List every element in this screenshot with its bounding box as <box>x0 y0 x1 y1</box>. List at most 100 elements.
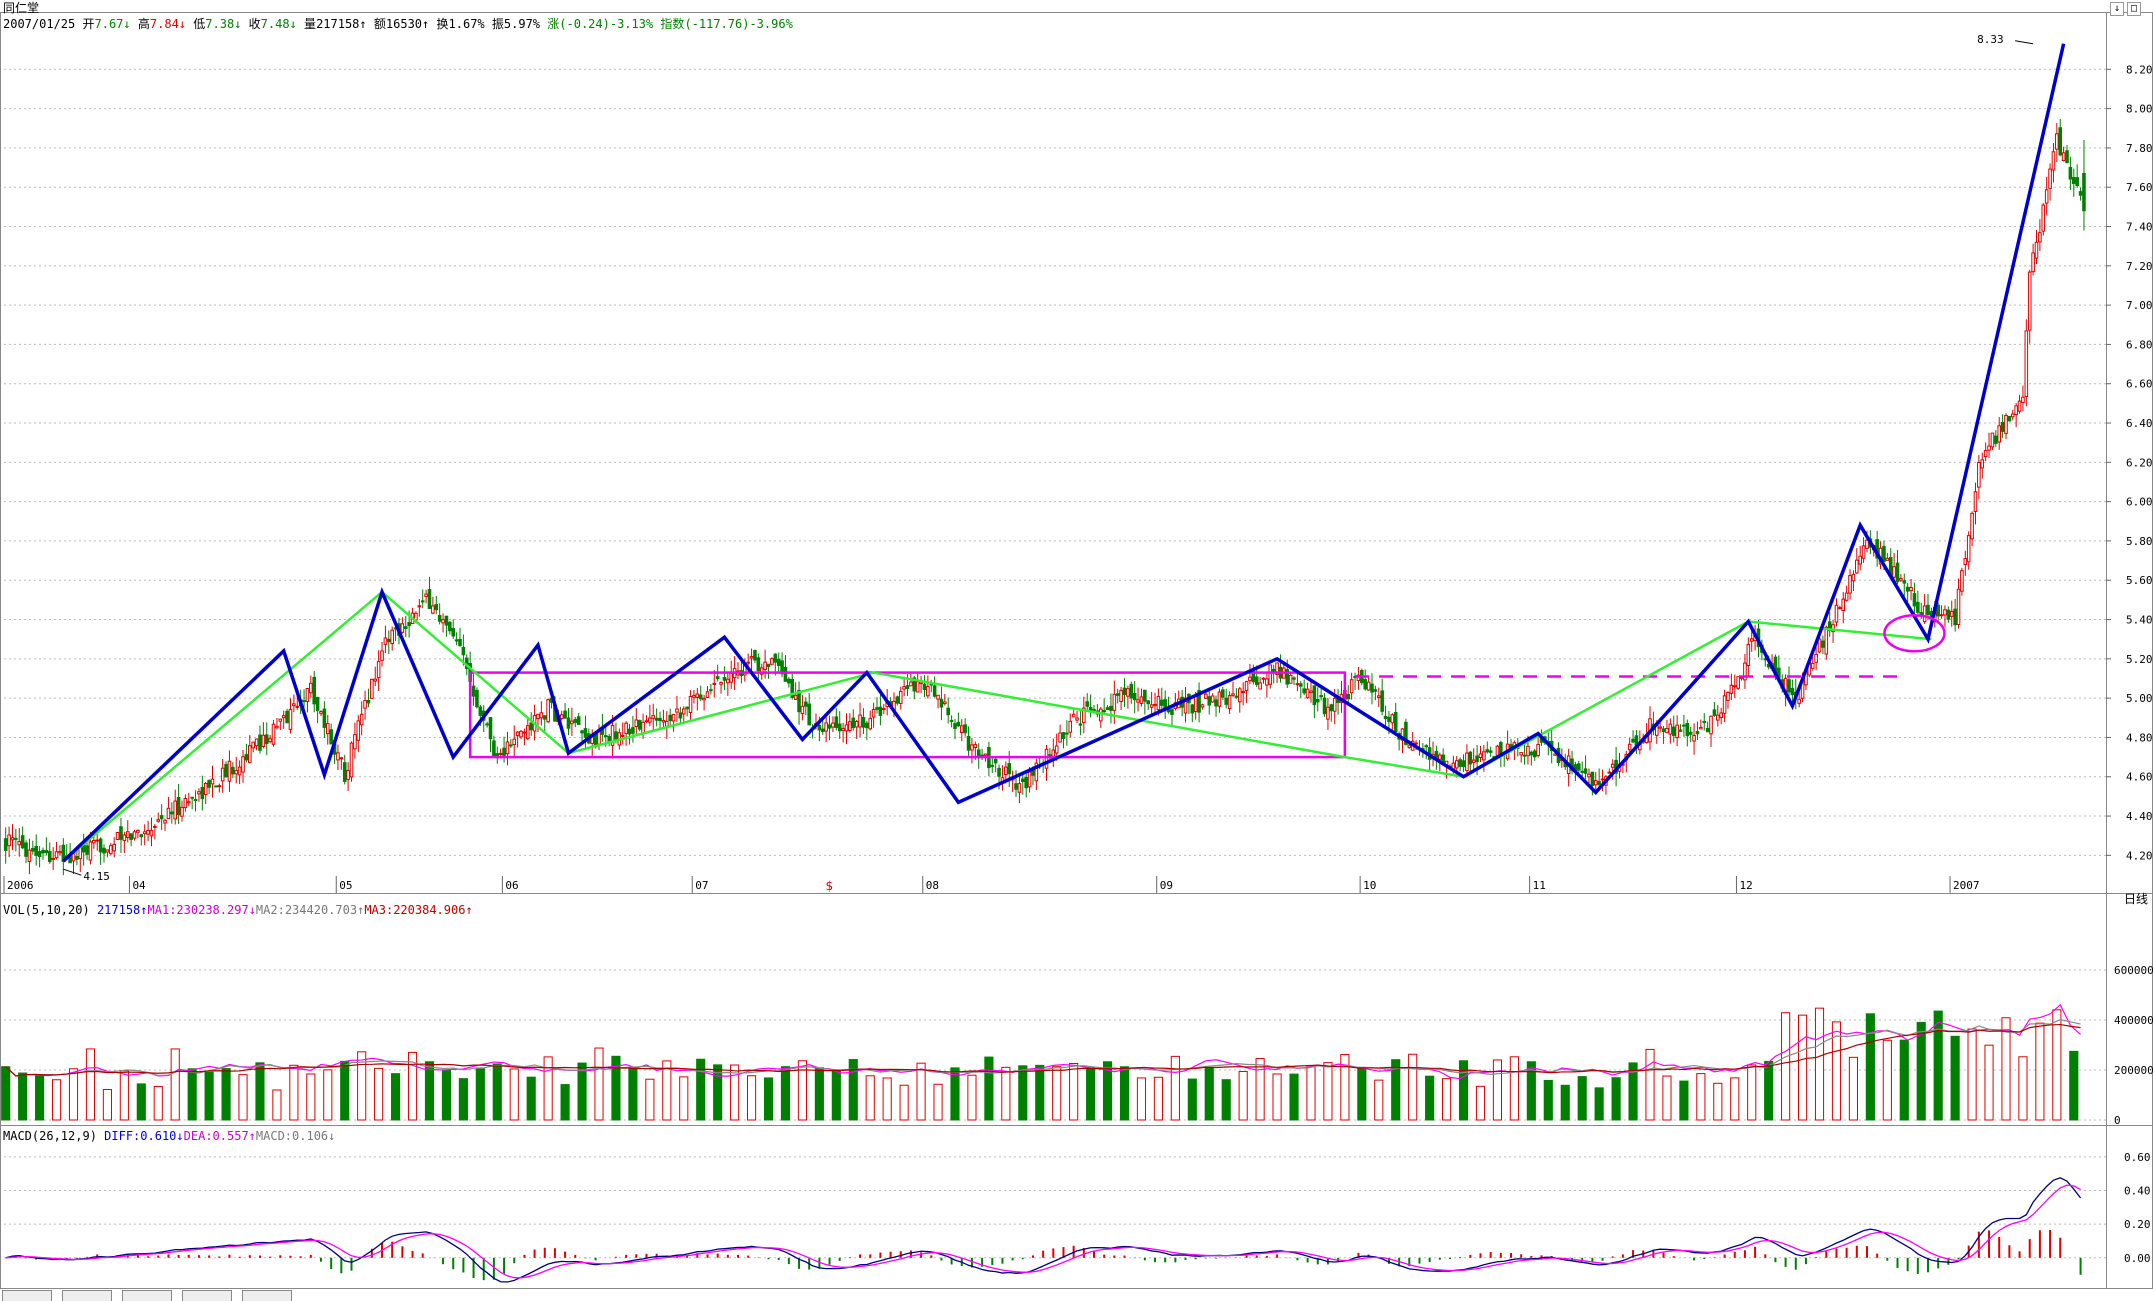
candle-body <box>1607 771 1612 774</box>
macd-axis-label: 0.00 <box>2124 1252 2151 1265</box>
indicator-tab[interactable] <box>62 1290 112 1301</box>
candle-body <box>1146 700 1151 705</box>
low-price-annotation: 4.15 <box>83 870 110 883</box>
candle-body <box>997 767 1001 777</box>
macd-histogram-group <box>14 1229 2082 1281</box>
candle-body <box>631 727 635 734</box>
date-axis-label: 10 <box>1363 879 1376 892</box>
candle-body <box>634 719 639 728</box>
indicator-tab[interactable] <box>122 1290 172 1301</box>
volume-bar <box>814 1067 824 1121</box>
candle-body <box>1627 743 1632 751</box>
candle-body <box>1387 716 1391 722</box>
volume-header: VOL(5,10,20) 217158↑MA1:230238.297↓MA2:2… <box>3 903 473 917</box>
candle-body <box>1892 566 1896 578</box>
candle-body <box>1495 745 1500 756</box>
price-axis-label: 5.60 <box>2126 574 2153 587</box>
candle-body <box>1075 717 1079 721</box>
candle-body <box>675 708 679 713</box>
candle-body <box>1841 598 1846 611</box>
candle-body <box>431 605 435 614</box>
arrow-up-icon: ↑ <box>465 903 473 917</box>
candle-body <box>1722 695 1727 714</box>
candle-body <box>176 796 181 816</box>
amplitude-value: 5.97% <box>503 17 541 31</box>
candle-body <box>488 717 493 740</box>
candle-body <box>234 770 239 775</box>
candle-body <box>1376 695 1381 699</box>
candle-body <box>92 839 96 844</box>
restore-window-icon[interactable]: □ <box>2127 2 2141 16</box>
candle-body <box>444 615 449 626</box>
volume-bar <box>1289 1073 1299 1121</box>
candle-body <box>749 656 754 659</box>
candle-body <box>949 719 954 722</box>
candle-body <box>841 727 845 731</box>
candle-body <box>746 661 750 664</box>
candle-body <box>258 734 262 751</box>
candle-body <box>566 717 571 729</box>
period-label: 日线 <box>2124 892 2148 906</box>
price-axis-label: 6.60 <box>2126 378 2153 391</box>
candle-body <box>224 763 228 778</box>
candle-body <box>959 725 964 734</box>
candle-body <box>7 834 11 847</box>
candle-body <box>1529 751 1534 756</box>
candle-body <box>1692 735 1696 742</box>
candle-body <box>614 731 618 740</box>
volume-bar <box>102 1089 112 1121</box>
candle-body <box>1438 754 1442 760</box>
candle-body <box>58 851 62 854</box>
volume-bar <box>1696 1073 1706 1121</box>
arrow-up-icon: ↑ <box>248 1129 256 1143</box>
candle-body <box>2014 405 2018 416</box>
low-value: 7.38 <box>205 17 235 31</box>
candle-body <box>47 851 52 863</box>
candle-body <box>454 639 459 642</box>
candle-body <box>268 738 272 743</box>
candle-body <box>658 717 662 722</box>
volume-bar <box>1001 1066 1011 1121</box>
candle-body <box>180 806 184 817</box>
candle-body <box>1332 697 1337 712</box>
candle-body <box>153 825 157 828</box>
volume-bar <box>289 1064 299 1121</box>
candle-body <box>1712 709 1717 716</box>
indicator-tab[interactable] <box>182 1290 232 1301</box>
date-axis-label: 12 <box>1739 879 1752 892</box>
indicator-tab[interactable] <box>242 1290 292 1301</box>
candle-body <box>27 849 32 863</box>
candle-body <box>926 686 930 697</box>
volume-bar <box>340 1060 350 1121</box>
candle-body <box>783 666 788 682</box>
high-value: 7.84 <box>149 17 179 31</box>
candle-body <box>2017 400 2022 412</box>
candle-body <box>1139 696 1144 704</box>
candle-body <box>129 833 133 840</box>
event-marker-icon: $ <box>826 879 834 893</box>
candle-body <box>156 819 161 822</box>
macd-dea-line <box>5 1184 2081 1279</box>
candle-body <box>570 720 574 725</box>
candle-body <box>1190 704 1195 714</box>
candle-body <box>1136 699 1140 703</box>
candle-body <box>1024 777 1028 789</box>
candle-body <box>1217 691 1222 707</box>
macd-dea: DEA:0.557 <box>183 1129 249 1143</box>
indicator-tab[interactable] <box>2 1290 52 1301</box>
pin-icon[interactable]: ↓ <box>2110 2 2124 16</box>
turnover-value: 1.67% <box>448 17 485 31</box>
volume-bar <box>679 1076 689 1121</box>
candle-body <box>1380 690 1384 712</box>
arrow-up-icon: ↑ <box>140 903 148 917</box>
candle-body <box>1193 694 1198 713</box>
candle-body <box>244 754 249 761</box>
candle-body <box>261 734 266 747</box>
candle-body <box>973 744 978 749</box>
volume-current: 217158 <box>96 903 141 917</box>
low-annotation-leader <box>63 868 82 876</box>
candle-body <box>31 847 35 852</box>
volume-bar <box>1543 1079 1553 1121</box>
candle-body <box>1200 704 1205 708</box>
candle-body <box>1895 562 1900 583</box>
